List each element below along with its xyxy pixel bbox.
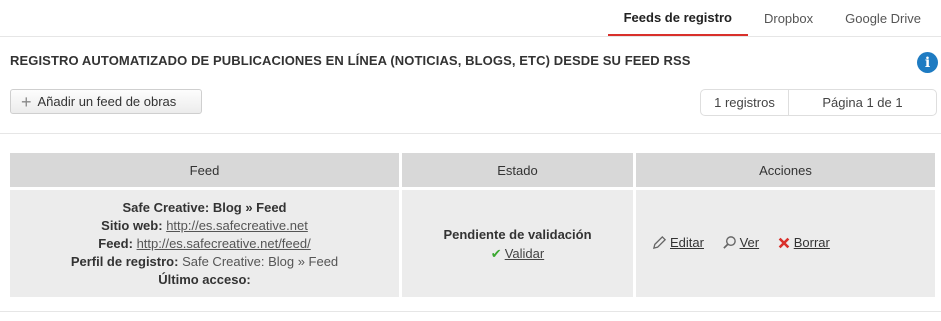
edit-label: Editar: [670, 234, 704, 250]
record-count: 1 registros: [701, 90, 789, 115]
column-header-feed: Feed: [10, 153, 399, 187]
column-header-acciones: Acciones: [636, 153, 935, 187]
edit-action[interactable]: Editar: [652, 235, 704, 250]
delete-x-icon: [778, 237, 790, 248]
profile-label: Perfil de registro:: [70, 253, 179, 269]
feed-label: Feed:: [98, 235, 133, 251]
divider: [0, 133, 941, 134]
page-indicator: Página 1 de 1: [822, 95, 903, 110]
tab-google-drive[interactable]: Google Drive: [829, 0, 941, 36]
feeds-table: Feed Estado Acciones Safe Creative: Blog…: [7, 150, 938, 300]
profile-value: Safe Creative: Blog » Feed: [182, 253, 339, 269]
site-url-link[interactable]: http://es.safecreative.net: [166, 218, 308, 233]
tab-feeds-de-registro[interactable]: Feeds de registro: [607, 0, 748, 36]
pencil-icon: [652, 235, 667, 249]
add-feed-button[interactable]: + Añadir un feed de obras: [10, 89, 202, 114]
checkmark-icon: ✔: [490, 245, 502, 261]
table-row: Safe Creative: Blog » Feed Sitio web: ht…: [10, 190, 935, 297]
info-icon[interactable]: i: [917, 52, 938, 73]
divider: [0, 36, 941, 37]
status-cell: Pendiente de validación ✔ Validar: [402, 190, 633, 297]
feed-title: Safe Creative: Blog » Feed: [122, 199, 287, 215]
page-title: REGISTRO AUTOMATIZADO DE PUBLICACIONES E…: [10, 53, 691, 68]
validate-link[interactable]: Validar: [505, 246, 545, 261]
add-feed-label: Añadir un feed de obras: [37, 94, 177, 109]
view-action[interactable]: Ver: [722, 234, 760, 250]
feed-url-link[interactable]: http://es.safecreative.net/feed/: [137, 236, 311, 251]
status-text: Pendiente de validación: [443, 226, 592, 242]
delete-action[interactable]: Borrar: [777, 235, 830, 250]
plus-icon: +: [21, 91, 32, 112]
last-access-label: Último acceso:: [158, 271, 251, 287]
view-label: Ver: [739, 234, 760, 250]
feed-cell: Safe Creative: Blog » Feed Sitio web: ht…: [10, 190, 399, 297]
tab-dropbox[interactable]: Dropbox: [748, 0, 829, 36]
pagination: 1 registros Página 1 de 1: [700, 89, 937, 116]
delete-label: Borrar: [793, 235, 830, 250]
column-header-estado: Estado: [402, 153, 633, 187]
divider: [0, 311, 941, 312]
magnifier-icon: [722, 235, 736, 249]
site-label: Sitio web:: [101, 217, 163, 233]
actions-cell: Editar Ver Borrar: [636, 190, 935, 297]
tab-bar: Feeds de registro Dropbox Google Drive: [607, 0, 941, 36]
